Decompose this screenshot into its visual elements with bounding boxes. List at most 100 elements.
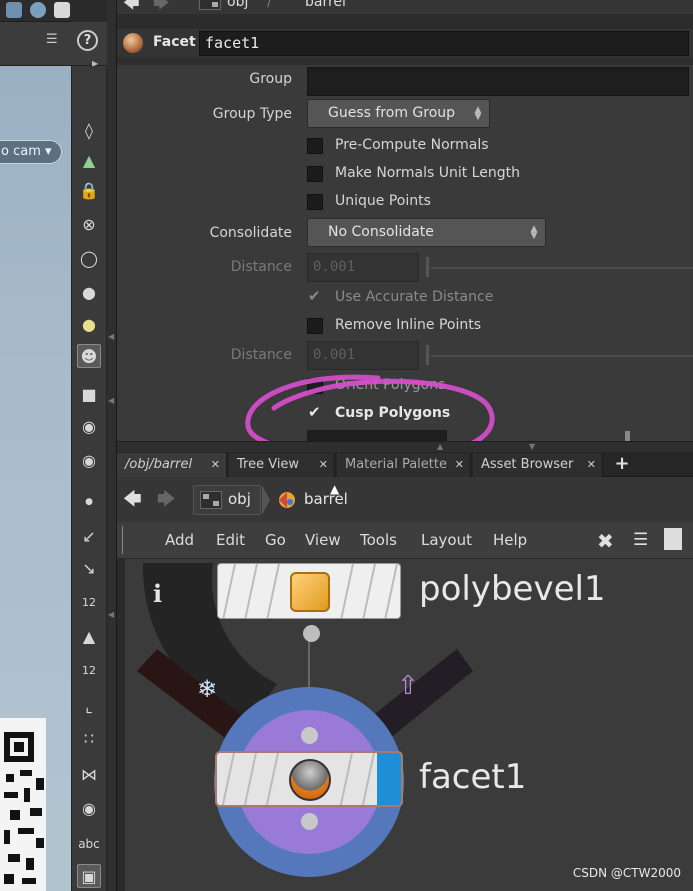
consolidate-menu[interactable]: No Consolidate ▲ ▼: [307, 218, 546, 247]
group-field[interactable]: [307, 67, 689, 96]
prim-normal-icon[interactable]: ▲: [77, 624, 101, 648]
camera-menu-button[interactable]: o cam ▾: [0, 140, 62, 164]
scene-eye-icon[interactable]: ◉: [77, 448, 101, 472]
menu-go[interactable]: Go: [265, 531, 286, 549]
tab-network[interactable]: /obj/barrel ✕: [117, 453, 227, 477]
menu-view[interactable]: View: [305, 531, 341, 549]
precompute-normals-label: Pre-Compute Normals: [335, 137, 489, 153]
distance2-slider[interactable]: [431, 355, 693, 357]
tab-asset-browser[interactable]: Asset Browser ✕: [473, 453, 603, 477]
point-numbers-icon[interactable]: 12: [77, 590, 101, 614]
display-options-icon[interactable]: ☰: [46, 32, 64, 50]
input-connector[interactable]: [301, 727, 318, 744]
node-polybevel1[interactable]: [217, 563, 401, 619]
output-connector[interactable]: [301, 813, 318, 830]
parameter-toggle-icon[interactable]: [664, 528, 682, 550]
close-icon[interactable]: ✕: [211, 453, 220, 477]
network-editor[interactable]: i ❄ ⇧ polybevel1 facet1: [117, 559, 693, 891]
lock-up-arrow-icon[interactable]: ⇧: [397, 671, 419, 701]
tab-material-palette[interactable]: Material Palette ✕: [337, 453, 471, 477]
select-transform-icon[interactable]: ◊: [77, 118, 101, 142]
menu-tools[interactable]: Tools: [360, 531, 397, 549]
unique-points-checkbox[interactable]: [307, 194, 323, 210]
menu-help[interactable]: Help: [493, 531, 527, 549]
lock-icon[interactable]: 🔒: [77, 178, 101, 202]
points-grid-icon[interactable]: ∷: [77, 726, 101, 750]
snowflake-icon[interactable]: ❄: [197, 675, 217, 703]
shading-cube-icon[interactable]: ■: [77, 382, 101, 406]
sphere-icon[interactable]: [30, 2, 46, 18]
head-light-icon[interactable]: ☻: [77, 344, 101, 368]
remove-inline-checkbox[interactable]: [307, 318, 323, 334]
output-connector[interactable]: [303, 625, 320, 642]
point-icon[interactable]: ●: [77, 490, 101, 514]
node-facet1[interactable]: [215, 751, 403, 807]
visibility-eye-icon[interactable]: ◉: [77, 414, 101, 438]
forward-arrow-icon[interactable]: 🡆: [153, 0, 170, 14]
scroll-handle[interactable]: [625, 431, 630, 441]
ghost-icon[interactable]: ◯: [77, 246, 101, 270]
collapse-arrow-icon[interactable]: ◀: [108, 610, 116, 619]
display-flag[interactable]: [377, 753, 401, 805]
menu-layout[interactable]: Layout: [421, 531, 472, 549]
uv-icon[interactable]: ◉: [77, 796, 101, 820]
add-tab-icon[interactable]: +: [611, 452, 633, 477]
use-accurate-distance-checkbox[interactable]: [307, 287, 323, 306]
split-arrow-icon[interactable]: ▼: [529, 442, 535, 451]
breadcrumb-obj[interactable]: obj: [228, 490, 251, 508]
background-image-icon[interactable]: ▣: [77, 864, 101, 888]
distance-field[interactable]: 0.001: [307, 253, 419, 282]
toolbar-grip[interactable]: [122, 526, 132, 554]
shade-icon[interactable]: [54, 2, 70, 18]
collapse-arrow-icon[interactable]: ◀: [108, 396, 116, 405]
cusp-polygons-checkbox[interactable]: [307, 403, 323, 422]
back-arrow-icon[interactable]: 🡄: [123, 0, 140, 14]
tools-wrench-icon[interactable]: ✖: [597, 529, 614, 553]
precompute-normals-checkbox[interactable]: [307, 138, 323, 154]
node-name-field[interactable]: facet1: [199, 31, 689, 56]
pane-splitter[interactable]: ◀ ◀ ◀: [107, 0, 117, 891]
poly-select-icon[interactable]: ▲: [77, 148, 101, 172]
breadcrumb-separator: /: [267, 0, 272, 10]
distance-slider-handle[interactable]: [425, 256, 430, 278]
pane-separator[interactable]: ▲ ▼: [117, 441, 693, 452]
close-icon[interactable]: ✕: [319, 453, 328, 477]
breadcrumb-barrel[interactable]: barrel: [305, 0, 346, 10]
facet-node-icon[interactable]: [123, 33, 143, 53]
tree-list-icon[interactable]: ☰: [633, 530, 648, 550]
tab-label: Asset Browser: [481, 457, 574, 472]
close-icon[interactable]: ✕: [587, 453, 596, 477]
orient-polygons-checkbox[interactable]: [307, 378, 323, 394]
text-label-icon[interactable]: abc: [77, 832, 101, 856]
collapse-arrow-icon[interactable]: ◀: [108, 332, 116, 341]
light-icon[interactable]: ●: [77, 280, 101, 304]
breadcrumb-obj[interactable]: obj: [227, 0, 248, 10]
forward-arrow-icon[interactable]: 🡆: [157, 490, 179, 510]
close-icon[interactable]: ✕: [455, 453, 464, 477]
back-arrow-icon[interactable]: 🡄: [123, 490, 145, 510]
prim-numbers-icon[interactable]: 12: [77, 658, 101, 682]
bulb-icon[interactable]: ●: [77, 312, 101, 336]
breadcrumb-barrel[interactable]: barrel: [304, 490, 348, 508]
node-ring-graphics: [137, 563, 473, 877]
distance-slider[interactable]: [431, 267, 693, 269]
normal-icon[interactable]: ↙: [77, 524, 101, 548]
xray-icon[interactable]: ⊗: [77, 212, 101, 236]
next-param-field[interactable]: [307, 430, 447, 441]
split-arrow-icon[interactable]: ▲: [437, 442, 443, 451]
facet-icon: [289, 759, 331, 801]
menu-edit[interactable]: Edit: [216, 531, 245, 549]
vertex-icon[interactable]: ⋈: [77, 762, 101, 786]
profile-icon[interactable]: ⌞: [77, 694, 101, 718]
info-icon[interactable]: i: [153, 579, 162, 608]
menu-add[interactable]: Add: [165, 531, 194, 549]
tab-label: /obj/barrel: [125, 457, 193, 472]
make-unit-length-checkbox[interactable]: [307, 166, 323, 182]
distance2-slider-handle[interactable]: [425, 344, 430, 366]
group-type-menu[interactable]: Guess from Group ▲ ▼: [307, 99, 490, 128]
help-icon[interactable]: ?: [77, 30, 98, 51]
distance2-field[interactable]: 0.001: [307, 341, 419, 370]
tab-tree-view[interactable]: Tree View ✕: [229, 453, 335, 477]
vector-icon[interactable]: ↘: [77, 556, 101, 580]
cube-icon[interactable]: [6, 2, 22, 18]
